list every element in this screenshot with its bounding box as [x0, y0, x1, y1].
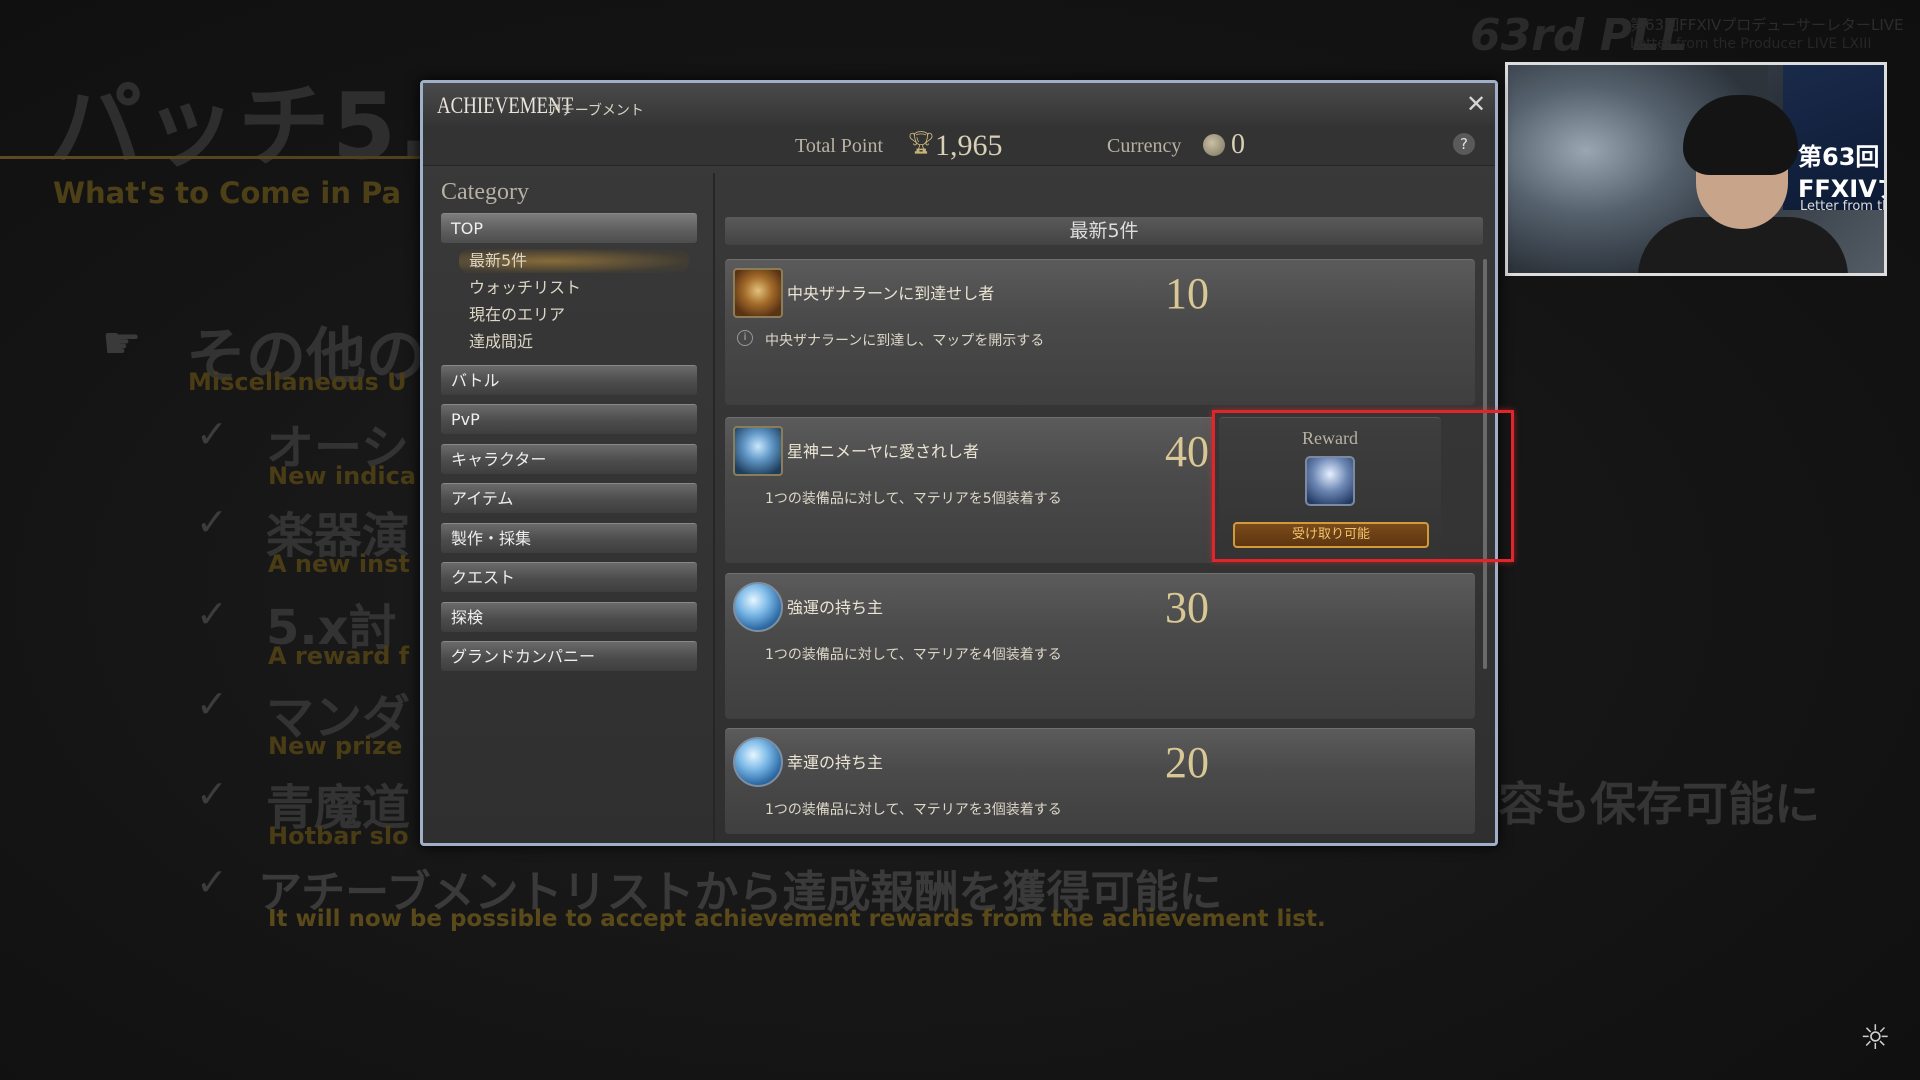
achievement-description: 1つの装備品に対して、マテリアを4個装着する	[765, 647, 1062, 663]
category-grand-company-button[interactable]: グランドカンパニー	[441, 641, 697, 671]
category-battle-button[interactable]: バトル	[441, 365, 697, 395]
sub-item-near-completion[interactable]: 達成間近	[469, 330, 689, 354]
bullet-text-en: Hotbar slo	[268, 822, 409, 850]
category-quests-button[interactable]: クエスト	[441, 562, 697, 592]
section-heading-en: Miscellaneous U	[188, 368, 407, 396]
bullet-text-en: A new inst	[268, 550, 410, 578]
achievement-item[interactable]: 星神ニメーヤに愛されし者 40 1つの装備品に対して、マテリアを5個装着する	[725, 417, 1215, 563]
orb-icon	[733, 737, 783, 787]
category-items-button[interactable]: アイテム	[441, 483, 697, 513]
sub-item-watchlist[interactable]: ウォッチリスト	[469, 276, 689, 300]
currency-coin-icon	[1203, 134, 1225, 156]
sub-item-latest5[interactable]: 最新5件	[459, 249, 689, 273]
checkmark-icon: ✓	[196, 860, 228, 904]
category-character-button[interactable]: キャラクター	[441, 444, 697, 474]
monitor-text: 第63回	[1798, 143, 1880, 171]
slide-bullet: ✓ アチーブメントリストから達成報酬を獲得可能に It will now be …	[0, 860, 1920, 940]
category-exploration-button[interactable]: 探検	[441, 602, 697, 632]
bullet-text-jp-continued: 容も保存可能に	[1498, 777, 1820, 831]
broadcast-logo-icon: ☼	[1860, 1018, 1891, 1058]
sidebar-divider	[713, 173, 715, 841]
achievement-description: 1つの装備品に対して、マテリアを3個装着する	[765, 802, 1062, 818]
total-point-label: Total Point	[795, 135, 884, 157]
achievement-name: 中央ザナラーンに到達せし者	[787, 284, 995, 303]
slide-subtitle: What's to Come in Pa	[53, 176, 402, 210]
achievement-points: 40	[1165, 427, 1209, 476]
highlight-box	[1212, 410, 1514, 562]
statue-icon	[733, 426, 783, 476]
webcam-feed: 第63回 FFXIVプ Letter from th	[1505, 62, 1887, 276]
achievement-description: 1つの装備品に対して、マテリアを5個装着する	[765, 491, 1062, 507]
currency-value: 0	[1231, 129, 1245, 160]
achievement-name: 強運の持ち主	[787, 598, 884, 617]
close-button[interactable]: ✕	[1463, 91, 1489, 117]
event-logo-subtitle-jp: 第63回FFXIVプロデューサーレターLIVE	[1630, 16, 1904, 34]
monitor-text: Letter from th	[1800, 199, 1887, 214]
checkmark-icon: ✓	[196, 592, 228, 636]
achievement-points: 20	[1165, 738, 1209, 787]
achievement-name: 幸運の持ち主	[787, 753, 884, 772]
checkmark-icon: ✓	[196, 772, 228, 816]
achievement-item[interactable]: 中央ザナラーンに到達せし者 10 i 中央ザナラーンに到達し、マップを開示する	[725, 259, 1475, 405]
achievement-item[interactable]: 強運の持ち主 30 1つの装備品に対して、マテリアを4個装着する	[725, 573, 1475, 719]
total-point-value: 1,965	[935, 129, 1003, 162]
help-button[interactable]: ?	[1453, 133, 1475, 155]
points-bar: Total Point 🏆︎ 1,965 Currency 0 ?	[423, 125, 1495, 166]
currency-label: Currency	[1107, 135, 1182, 157]
checkmark-icon: ✓	[196, 682, 228, 726]
category-pvp-button[interactable]: PvP	[441, 404, 697, 434]
event-logo-subtitle-en: Letter from the Producer LIVE LXIII	[1630, 36, 1872, 52]
achievement-description: 中央ザナラーンに到達し、マップを開示する	[765, 333, 1045, 349]
checkmark-icon: ✓	[196, 500, 228, 544]
bullet-text-en: It will now be possible to accept achiev…	[268, 906, 1326, 932]
bullet-text-en: A reward f	[268, 642, 410, 670]
achievement-item[interactable]: 幸運の持ち主 20 1つの装備品に対して、マテリアを3個装着する	[725, 728, 1475, 834]
trophy-icon: 🏆︎	[907, 131, 935, 156]
sub-item-current-area[interactable]: 現在のエリア	[469, 303, 689, 327]
category-crafting-gathering-button[interactable]: 製作・採集	[441, 523, 697, 553]
achievement-points: 30	[1165, 583, 1209, 632]
checkmark-icon: ✓	[196, 412, 228, 456]
book-icon	[733, 268, 783, 318]
category-top-button[interactable]: TOP	[441, 213, 697, 243]
pointing-hand-icon: ☛	[102, 318, 142, 369]
info-icon: i	[737, 330, 753, 346]
bullet-text-en: New indica	[268, 462, 417, 490]
category-heading: Category	[441, 179, 529, 205]
window-title-jp: アチーブメント	[547, 103, 644, 119]
achievement-name: 星神ニメーヤに愛されし者	[787, 442, 980, 461]
orb-icon	[733, 582, 783, 632]
achievement-points: 10	[1165, 269, 1209, 318]
window-header[interactable]: ACHIEVEMENT アチーブメント ✕	[423, 83, 1495, 126]
bullet-text-en: New prize	[268, 732, 403, 760]
list-header: 最新5件	[725, 217, 1483, 245]
